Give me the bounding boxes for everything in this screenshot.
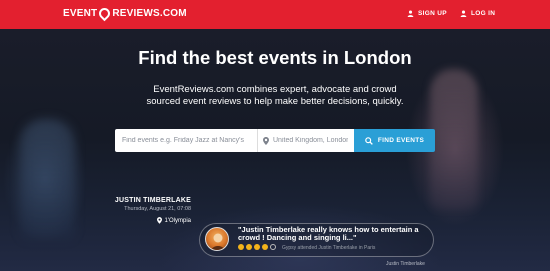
search-bar: FIND EVENTS — [115, 129, 435, 152]
signup-label: SIGN UP — [418, 10, 447, 17]
review-artist-name[interactable]: JUSTIN TIMBERLAKE — [100, 197, 191, 204]
rating-star-filled-icon — [238, 244, 244, 250]
hero-background-figure — [20, 119, 75, 239]
rating-star-filled-icon — [262, 244, 268, 250]
login-label: LOG IN — [471, 10, 496, 17]
hero-headline: Find the best events in London — [138, 47, 412, 68]
logo-text-event: EVENT — [63, 8, 98, 19]
search-icon — [365, 136, 373, 145]
review-date: Thursday, August 21, 07:08 — [124, 206, 191, 212]
logo-text-reviews: REVIEWS.COM — [112, 8, 187, 19]
signup-link[interactable]: SIGN UP — [407, 10, 447, 17]
hero-background-performer — [430, 69, 478, 209]
event-search-input[interactable] — [115, 129, 258, 152]
location-pin-icon — [263, 136, 269, 145]
location-field[interactable] — [258, 129, 354, 152]
top-nav-bar: EVENT REVIEWS.COM SIGN UP LOG IN — [0, 0, 550, 29]
rating-star-empty-icon — [270, 244, 276, 250]
user-icon — [407, 10, 414, 17]
reviewer-avatar[interactable] — [205, 227, 229, 251]
site-logo[interactable]: EVENT REVIEWS.COM — [63, 5, 187, 22]
venue-label: 1'Olympia — [164, 217, 192, 224]
review-rating — [238, 244, 276, 250]
rating-star-filled-icon — [254, 244, 260, 250]
review-author[interactable]: Justin Timberlake — [386, 261, 425, 267]
logo-pin-icon — [97, 5, 113, 22]
login-link[interactable]: LOG IN — [460, 10, 495, 17]
find-events-label: FIND EVENTS — [377, 137, 425, 144]
review-venue[interactable]: 1'Olympia — [120, 217, 191, 224]
location-input[interactable] — [273, 137, 348, 144]
review-attended-text: Gypsy attended Justin Timberlake in Pari… — [282, 245, 376, 251]
rating-star-filled-icon — [246, 244, 252, 250]
review-quote[interactable]: "Justin Timberlake really knows how to e… — [238, 226, 428, 242]
hero-subline: EventReviews.com combines expert, advoca… — [146, 84, 404, 107]
user-icon — [460, 10, 467, 17]
find-events-button[interactable]: FIND EVENTS — [354, 129, 435, 152]
map-pin-icon — [156, 217, 162, 224]
